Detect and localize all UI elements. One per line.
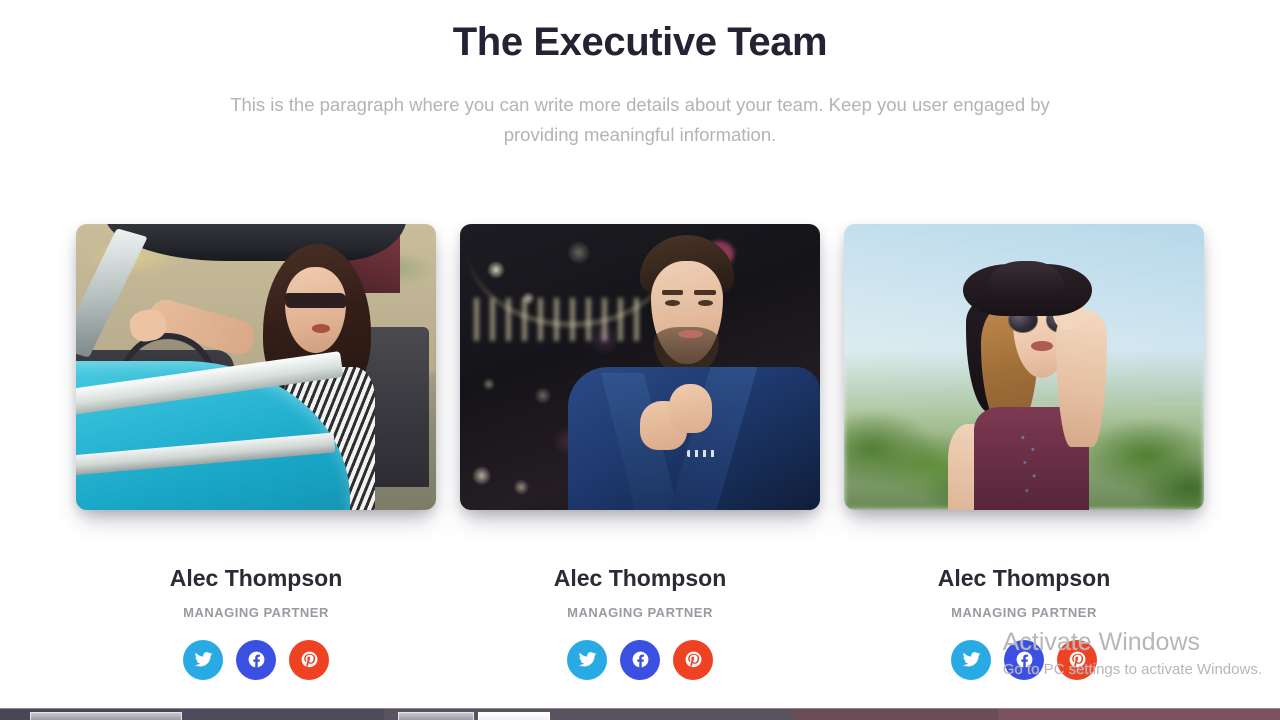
member-name: Alec Thompson [937, 565, 1111, 591]
social-links [567, 639, 713, 680]
taskbar[interactable] [0, 708, 1280, 720]
twitter-icon[interactable] [951, 639, 991, 680]
woman-lips [1031, 341, 1053, 351]
man-eye-right [697, 299, 713, 307]
pinterest-icon[interactable] [289, 639, 329, 680]
team-member-card: Alec Thompson MANAGING PARTNER [76, 224, 436, 680]
team-grid: Alec Thompson MANAGING PARTNER Alec Thom… [0, 224, 1280, 680]
beaded-necklace [1013, 429, 1046, 505]
photo-man-in-suit [460, 224, 820, 510]
twitter-icon[interactable] [183, 639, 223, 680]
sleeve-buttons [686, 449, 720, 457]
facebook-icon[interactable] [620, 639, 660, 680]
member-name: Alec Thompson [553, 565, 727, 591]
man-eyebrow-left [661, 289, 684, 295]
woman-arm [1056, 309, 1107, 448]
photo-woman-in-car [76, 224, 436, 510]
page-title: The Executive Team [452, 20, 828, 64]
taskbar-button[interactable] [30, 712, 182, 720]
sunglasses-icon [284, 292, 346, 309]
facebook-icon[interactable] [1004, 639, 1044, 680]
team-member-card: Alec Thompson MANAGING PARTNER [844, 224, 1204, 680]
team-section-page: The Executive Team This is the paragraph… [0, 0, 1280, 720]
member-photo[interactable] [844, 224, 1204, 510]
social-links [183, 639, 329, 680]
member-name: Alec Thompson [169, 565, 343, 591]
team-member-card: Alec Thompson MANAGING PARTNER [460, 224, 820, 680]
section-header: The Executive Team This is the paragraph… [0, 0, 1280, 150]
city-lights [474, 298, 640, 342]
member-role: MANAGING PARTNER [567, 604, 713, 620]
man-hand-upper [668, 384, 712, 433]
page-subtitle: This is the paragraph where you can writ… [230, 94, 1050, 145]
pinterest-icon[interactable] [673, 639, 713, 680]
member-photo[interactable] [76, 224, 436, 510]
pinterest-icon[interactable] [1057, 639, 1097, 680]
photo-woman-with-hat [844, 224, 1204, 510]
member-photo[interactable] [460, 224, 820, 510]
taskbar-button[interactable] [398, 712, 474, 720]
woman-lips [311, 324, 330, 333]
member-role: MANAGING PARTNER [951, 604, 1097, 620]
member-role: MANAGING PARTNER [183, 604, 329, 620]
facebook-icon[interactable] [236, 639, 276, 680]
taskbar-button-active[interactable] [478, 712, 550, 720]
twitter-icon[interactable] [567, 639, 607, 680]
social-links [951, 639, 1097, 680]
man-eyebrow-right [694, 289, 716, 295]
